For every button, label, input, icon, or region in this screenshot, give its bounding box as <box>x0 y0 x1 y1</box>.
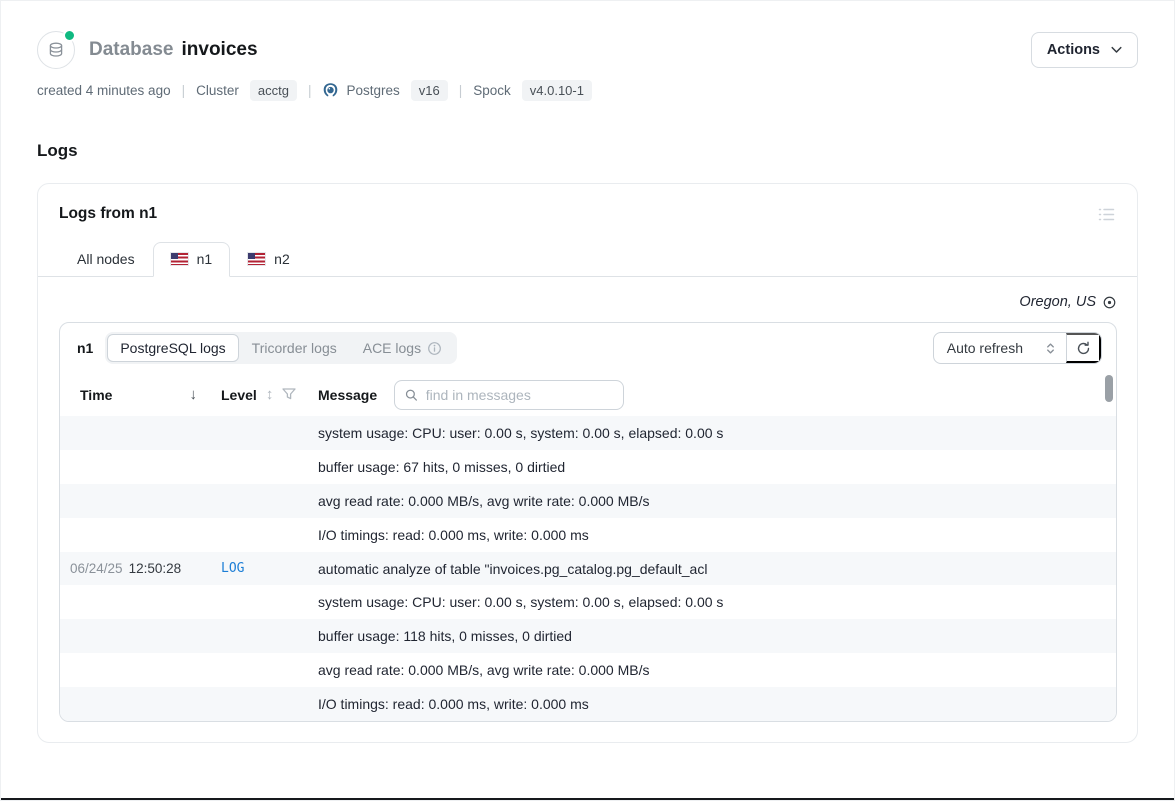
log-message-cell: system usage: CPU: user: 0.00 s, system:… <box>305 425 1116 441</box>
segment-postgresql-logs[interactable]: PostgreSQL logs <box>107 334 238 362</box>
log-type-segments: PostgreSQL logs Tricorder logs ACE logs <box>105 332 457 364</box>
log-message-cell: system usage: CPU: user: 0.00 s, system:… <box>305 594 1116 610</box>
log-message-cell: automatic analyze of table "invoices.pg_… <box>305 561 1116 577</box>
actions-button[interactable]: Actions <box>1031 32 1138 68</box>
separator: | <box>459 83 463 98</box>
us-flag-icon <box>248 253 265 265</box>
segment-label: Tricorder logs <box>252 340 337 356</box>
entity-name: invoices <box>182 39 258 61</box>
log-time: 12:50:28 <box>129 561 182 576</box>
status-dot <box>63 29 76 42</box>
log-list-view-icon[interactable] <box>1096 205 1117 227</box>
segment-label: PostgreSQL logs <box>120 340 225 356</box>
message-search-input[interactable] <box>426 387 613 403</box>
log-level-cell: LOG <box>208 561 305 576</box>
tab-node-n2[interactable]: n2 <box>230 242 308 277</box>
page-header: Database invoices Actions created 4 minu… <box>1 1 1174 101</box>
refresh-button[interactable] <box>1066 333 1101 363</box>
log-message-cell: I/O timings: read: 0.000 ms, write: 0.00… <box>305 696 1116 712</box>
location-text: Oregon, US <box>1019 294 1096 310</box>
postgres-elephant-icon <box>322 82 339 99</box>
separator: | <box>308 83 312 98</box>
window-bottom-edge <box>1 798 1174 800</box>
log-table-row: avg read rate: 0.000 MB/s, avg write rat… <box>60 653 1116 687</box>
spock-version-badge: v4.0.10-1 <box>522 80 592 101</box>
search-icon <box>405 388 418 402</box>
tab-label: n2 <box>274 251 290 267</box>
cluster-badge: acctg <box>250 80 297 101</box>
actions-button-label: Actions <box>1047 42 1100 58</box>
column-header-message: Message <box>318 387 377 403</box>
auto-refresh-select[interactable]: Auto refresh <box>934 333 1066 363</box>
column-header-time: Time <box>80 387 112 403</box>
segment-tricorder-logs[interactable]: Tricorder logs <box>239 334 350 362</box>
log-message-cell: avg read rate: 0.000 MB/s, avg write rat… <box>305 662 1116 678</box>
chevron-down-icon <box>1111 46 1122 54</box>
page-title: Database invoices <box>89 39 258 61</box>
tab-node-n1[interactable]: n1 <box>153 242 231 277</box>
node-location: Oregon, US <box>59 294 1117 310</box>
auto-refresh-label: Auto refresh <box>947 340 1023 356</box>
logs-card: Logs from n1 All nodes n1 n2 Oregon, US n1… <box>37 183 1138 743</box>
log-table-row: system usage: CPU: user: 0.00 s, system:… <box>60 416 1116 450</box>
logs-panel: n1 PostgreSQL logs Tricorder logs ACE logs… <box>59 322 1117 722</box>
log-message-cell: buffer usage: 67 hits, 0 misses, 0 dirti… <box>305 459 1116 475</box>
node-label: n1 <box>77 340 93 356</box>
separator: | <box>182 83 186 98</box>
database-avatar <box>37 31 75 69</box>
log-table-header: Time ↓ Level ↕ Message <box>60 373 1116 416</box>
spock-label: Spock <box>473 83 511 98</box>
log-date: 06/24/25 <box>70 561 123 576</box>
location-icon <box>1102 295 1117 310</box>
column-header-level: Level <box>221 387 257 403</box>
postgres-label: Postgres <box>346 83 399 98</box>
log-table-row: I/O timings: read: 0.000 ms, write: 0.00… <box>60 518 1116 552</box>
sort-desc-icon[interactable]: ↓ <box>190 386 198 403</box>
refresh-controls: Auto refresh <box>933 332 1102 364</box>
scrollbar-thumb[interactable] <box>1105 375 1113 402</box>
created-text: created 4 minutes ago <box>37 83 171 98</box>
database-icon <box>47 41 65 59</box>
log-message-cell: buffer usage: 118 hits, 0 misses, 0 dirt… <box>305 628 1116 644</box>
postgres-info: Postgres <box>322 82 399 99</box>
log-time-cell: 06/24/25 12:50:28 <box>60 561 208 576</box>
log-table-row: I/O timings: read: 0.000 ms, write: 0.00… <box>60 687 1116 721</box>
postgres-version-badge: v16 <box>411 80 448 101</box>
log-table-row: avg read rate: 0.000 MB/s, avg write rat… <box>60 484 1116 518</box>
message-search[interactable] <box>394 380 624 410</box>
logs-card-title: Logs from n1 <box>59 205 157 223</box>
info-icon <box>427 341 442 356</box>
tab-label: All nodes <box>77 251 135 267</box>
cluster-label: Cluster <box>196 83 239 98</box>
us-flag-icon <box>171 253 188 265</box>
log-message-cell: avg read rate: 0.000 MB/s, avg write rat… <box>305 493 1116 509</box>
log-table-row: buffer usage: 67 hits, 0 misses, 0 dirti… <box>60 450 1116 484</box>
filter-icon[interactable] <box>282 388 296 401</box>
tab-node-all-nodes[interactable]: All nodes <box>59 242 153 277</box>
logs-toolbar: n1 PostgreSQL logs Tricorder logs ACE logs… <box>60 323 1116 373</box>
log-table-row: 06/24/25 12:50:28 LOGautomatic analyze of … <box>60 552 1116 586</box>
metadata-row: created 4 minutes ago | Cluster acctg | … <box>37 80 1138 101</box>
node-tabs: All nodes n1 n2 <box>38 242 1137 277</box>
log-table-body: system usage: CPU: user: 0.00 s, system:… <box>60 416 1116 721</box>
refresh-icon <box>1076 341 1091 356</box>
entity-type-label: Database <box>89 39 174 61</box>
sort-icon[interactable]: ↕ <box>266 386 274 403</box>
select-chevrons-icon <box>1045 342 1056 355</box>
log-table-row: buffer usage: 118 hits, 0 misses, 0 dirt… <box>60 619 1116 653</box>
logs-section-title: Logs <box>37 141 1138 161</box>
database-detail-page: Database invoices Actions created 4 minu… <box>0 0 1175 801</box>
segment-label: ACE logs <box>363 340 421 356</box>
log-table-row: system usage: CPU: user: 0.00 s, system:… <box>60 585 1116 619</box>
log-message-cell: I/O timings: read: 0.000 ms, write: 0.00… <box>305 527 1116 543</box>
tab-label: n1 <box>197 251 213 267</box>
segment-ace-logs[interactable]: ACE logs <box>350 334 455 362</box>
